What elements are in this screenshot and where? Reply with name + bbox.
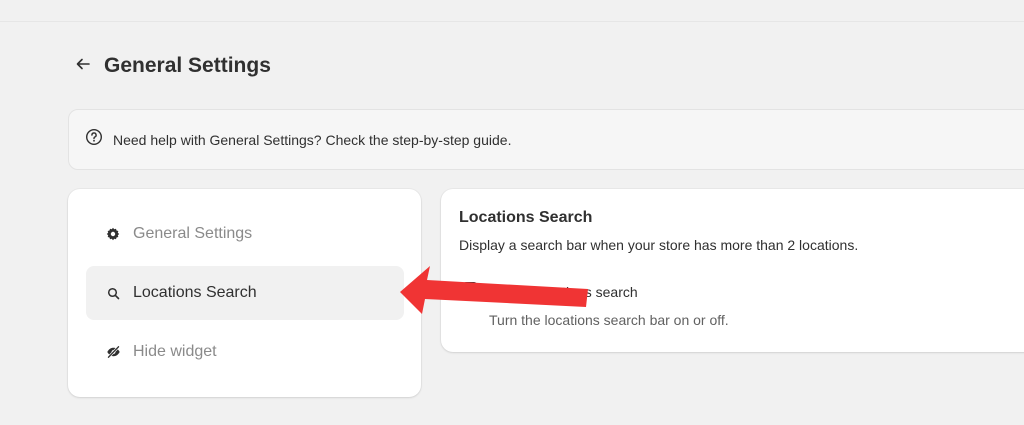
gear-icon [105, 226, 121, 242]
settings-sidebar: General Settings Locations Search Hide w… [68, 189, 421, 397]
sidebar-item-label: Locations Search [133, 284, 257, 301]
question-circle-icon [85, 128, 103, 151]
top-divider [0, 21, 1024, 22]
section-description: Display a search bar when your store has… [459, 237, 859, 253]
search-icon [105, 285, 121, 301]
sidebar-item-label: Hide widget [133, 343, 217, 360]
sidebar-item-locations-search[interactable]: Locations Search [86, 266, 404, 320]
section-title: Locations Search [459, 209, 593, 226]
eye-slash-icon [105, 344, 121, 360]
sidebar-item-general-settings[interactable]: General Settings [86, 207, 404, 261]
page-title: General Settings [104, 54, 271, 77]
back-button[interactable] [72, 55, 94, 77]
annotation-arrow-icon [400, 266, 588, 314]
sidebar-item-hide-widget[interactable]: Hide widget [86, 325, 404, 379]
page-header: General Settings [72, 52, 271, 80]
help-banner: Need help with General Settings? Check t… [68, 109, 1024, 170]
checkbox-help-text: Turn the locations search bar on or off. [489, 312, 729, 328]
help-banner-link[interactable]: Need help with General Settings? Check t… [113, 132, 511, 148]
arrow-left-icon [75, 56, 91, 77]
sidebar-item-label: General Settings [133, 225, 253, 242]
